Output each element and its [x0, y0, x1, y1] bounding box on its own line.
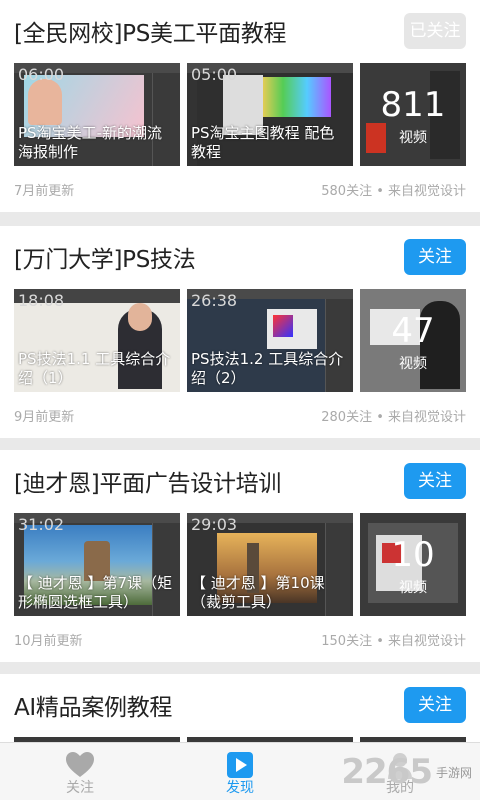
channel-title: AI精品案例教程 [14, 695, 173, 721]
update-time: 7月前更新 [14, 184, 75, 199]
follow-button[interactable]: 关注 [404, 687, 466, 723]
video-caption: 【 迪才恩 】第7课（矩形椭圆选框工具） [18, 574, 173, 611]
video-caption: PS淘宝主图教程 配色教程 [191, 124, 335, 161]
tab-discover[interactable]: 发现 [160, 743, 320, 800]
video-thumbnails: 31:02 【 迪才恩 】第7课（矩形椭圆选框工具） 29:03 【 迪才恩 】… [14, 513, 466, 616]
channel-stats: 280关注 • 来自视觉设计 [321, 410, 466, 425]
more-videos-tile[interactable]: 47 视频 [360, 289, 466, 392]
tab-label: 发现 [226, 780, 254, 796]
channel-stats: 580关注 • 来自视觉设计 [321, 184, 466, 199]
video-thumbnails: 06:00 PS淘宝美工-新的潮流海报制作 05:00 PS淘宝主图教程 配色教… [14, 63, 466, 166]
more-videos-tile[interactable]: 811 视频 [360, 63, 466, 166]
video-caption: PS淘宝美工-新的潮流海报制作 [18, 124, 162, 161]
video-count: 811 [380, 85, 446, 125]
video-thumbnail[interactable]: 06:00 PS淘宝美工-新的潮流海报制作 [14, 63, 180, 166]
follow-button[interactable]: 关注 [404, 239, 466, 275]
update-time: 10月前更新 [14, 634, 83, 649]
channel-title: [万门大学]PS技法 [14, 247, 196, 273]
watermark-logo: 2265 [341, 752, 433, 792]
video-thumbnail[interactable]: 18:08 PS技法1.1 工具综合介绍（1） [14, 289, 180, 392]
video-duration: 05:00 [191, 65, 238, 84]
discover-screen: [全民网校]PS美工平面教程 已关注 06:00 PS淘宝美工-新的潮流海报制作… [0, 0, 480, 800]
video-duration: 31:02 [18, 515, 65, 534]
video-duration: 18:08 [18, 291, 65, 310]
video-thumbnail[interactable]: 31:02 【 迪才恩 】第7课（矩形椭圆选框工具） [14, 513, 180, 616]
play-icon [227, 752, 253, 778]
video-caption: PS技法1.1 工具综合介绍（1） [18, 350, 171, 387]
video-count: 47 [391, 311, 435, 351]
video-count-label: 视频 [399, 130, 427, 146]
follow-button[interactable]: 关注 [404, 463, 466, 499]
video-caption: PS技法1.2 工具综合介绍（2） [191, 350, 344, 387]
update-time: 9月前更新 [14, 410, 75, 425]
video-count: 10 [391, 535, 435, 575]
video-duration: 06:00 [18, 65, 65, 84]
video-count-label: 视频 [399, 580, 427, 596]
channel-title: [迪才恩]平面广告设计培训 [14, 471, 282, 497]
channel-card[interactable]: [迪才恩]平面广告设计培训 关注 31:02 【 迪才恩 】第7课（矩形椭圆选框… [0, 450, 480, 662]
channel-card[interactable]: [全民网校]PS美工平面教程 已关注 06:00 PS淘宝美工-新的潮流海报制作… [0, 0, 480, 212]
tab-label: 关注 [66, 780, 94, 796]
video-count-label: 视频 [399, 356, 427, 372]
video-caption: 【 迪才恩 】第10课（裁剪工具） [191, 574, 325, 611]
watermark: 2265 手游网 [341, 752, 472, 792]
video-duration: 26:38 [191, 291, 238, 310]
video-thumbnail[interactable]: 29:03 【 迪才恩 】第10课（裁剪工具） [187, 513, 353, 616]
followed-button[interactable]: 已关注 [404, 13, 466, 49]
heart-icon [66, 752, 94, 777]
video-thumbnail[interactable]: 05:00 PS淘宝主图教程 配色教程 [187, 63, 353, 166]
more-videos-tile[interactable]: 10 视频 [360, 513, 466, 616]
channel-stats: 150关注 • 来自视觉设计 [321, 634, 466, 649]
video-thumbnail[interactable]: 26:38 PS技法1.2 工具综合介绍（2） [187, 289, 353, 392]
video-duration: 29:03 [191, 515, 238, 534]
bottom-tab-bar: 关注 发现 我的 2265 手游网 [0, 742, 480, 800]
channel-title: [全民网校]PS美工平面教程 [14, 21, 287, 47]
channel-card[interactable]: [万门大学]PS技法 关注 18:08 PS技法1.1 工具综合介绍（1） 26… [0, 226, 480, 438]
video-thumbnails: 18:08 PS技法1.1 工具综合介绍（1） 26:38 PS技法1.2 工具… [14, 289, 466, 392]
tab-follow[interactable]: 关注 [0, 743, 160, 800]
watermark-text: 手游网 [435, 765, 472, 780]
